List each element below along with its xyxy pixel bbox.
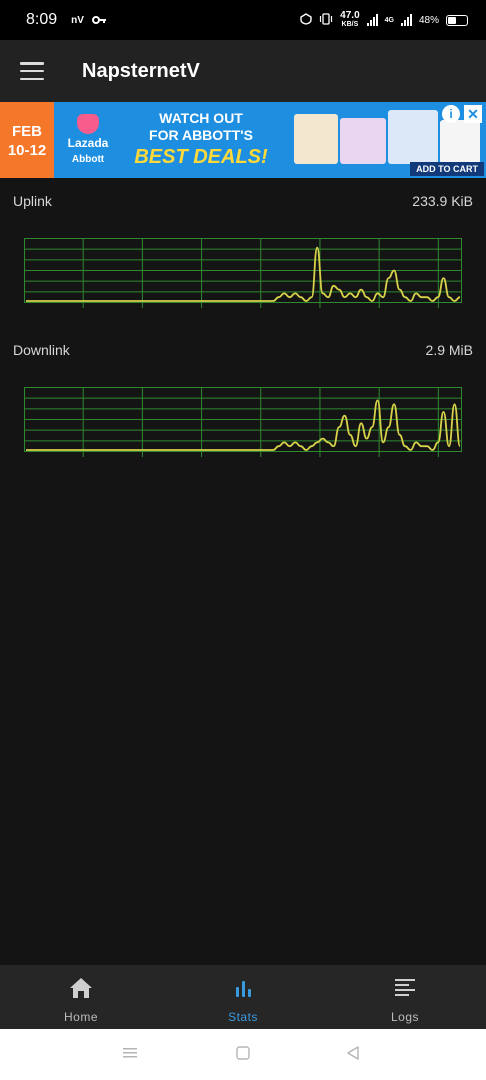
battery-icon — [446, 14, 468, 26]
ad-brand-lazada: Lazada — [67, 136, 109, 150]
nav-logs[interactable]: Logs — [324, 965, 486, 1029]
ad-date-month: FEB — [12, 123, 42, 140]
nav-stats[interactable]: Stats — [162, 965, 324, 1029]
downlink-value: 2.9 MiB — [425, 342, 473, 358]
carrier-badge: nV — [71, 14, 84, 26]
signal-2-icon — [400, 14, 412, 26]
home-icon — [69, 977, 93, 1004]
ad-info-icon[interactable]: i — [442, 105, 460, 123]
ad-close-icon[interactable]: ✕ — [464, 105, 482, 123]
downlink-series-line — [26, 399, 461, 451]
uplink-label: Uplink — [13, 193, 52, 209]
nav-home[interactable]: Home — [0, 965, 162, 1029]
ad-headline-line2: FOR ABBOTT'S — [149, 127, 253, 143]
uplink-row: Uplink 233.9 KiB — [0, 193, 486, 213]
vibrate-icon — [319, 12, 333, 28]
home-button-icon[interactable] — [235, 1046, 251, 1065]
ad-headline: WATCH OUT FOR ABBOTT'S BEST DEALS! — [120, 110, 282, 170]
status-bar: 8:09 nV 47.0 KB/S 4G 48% — [0, 0, 486, 40]
app-title: NapsternetV — [82, 59, 200, 82]
key-icon — [91, 13, 106, 28]
ad-date-days: 10-12 — [7, 142, 47, 159]
system-nav-bar — [0, 1029, 486, 1080]
ad-headline-line3: BEST DEALS! — [134, 146, 268, 168]
logs-icon — [393, 977, 417, 1004]
uplink-graph — [24, 238, 462, 308]
nav-logs-label: Logs — [390, 1010, 420, 1024]
network-type: 4G — [384, 16, 394, 24]
speed-value: 47.0 — [340, 10, 360, 21]
nav-stats-label: Stats — [228, 1010, 258, 1024]
ad-banner[interactable]: FEB 10-12 Lazada Abbott WATCH OUT FOR AB… — [0, 102, 486, 178]
recent-apps-icon[interactable] — [122, 1046, 138, 1065]
ad-date: FEB 10-12 — [0, 102, 54, 178]
downlink-label: Downlink — [13, 342, 70, 358]
battery-percent: 48% — [418, 14, 439, 26]
nav-home-label: Home — [63, 1010, 98, 1024]
uplink-value: 233.9 KiB — [412, 193, 473, 209]
lazada-logo-icon — [77, 114, 99, 134]
downlink-graph — [24, 387, 462, 457]
bottom-nav: Home Stats Logs — [0, 965, 486, 1029]
app-bar: NapsternetV — [0, 40, 486, 102]
uplink-series-line — [26, 246, 461, 302]
speed-unit: KB/S — [341, 21, 359, 28]
network-speed: 47.0 KB/S — [340, 11, 359, 29]
stats-icon — [231, 977, 255, 1004]
ad-brand-abbott: Abbott — [71, 154, 105, 165]
signal-icon — [366, 14, 378, 26]
ad-brand: Lazada Abbott — [60, 114, 116, 165]
ad-add-to-cart-button[interactable]: ADD TO CART — [410, 162, 484, 176]
ad-headline-line1: WATCH OUT — [159, 110, 243, 126]
status-time: 8:09 — [26, 11, 58, 28]
downlink-row: Downlink 2.9 MiB — [0, 342, 486, 362]
status-icons: 47.0 KB/S 4G 48% — [300, 11, 468, 29]
vpn-icon — [300, 12, 312, 28]
menu-icon[interactable] — [20, 62, 44, 80]
back-icon[interactable] — [345, 1046, 361, 1065]
